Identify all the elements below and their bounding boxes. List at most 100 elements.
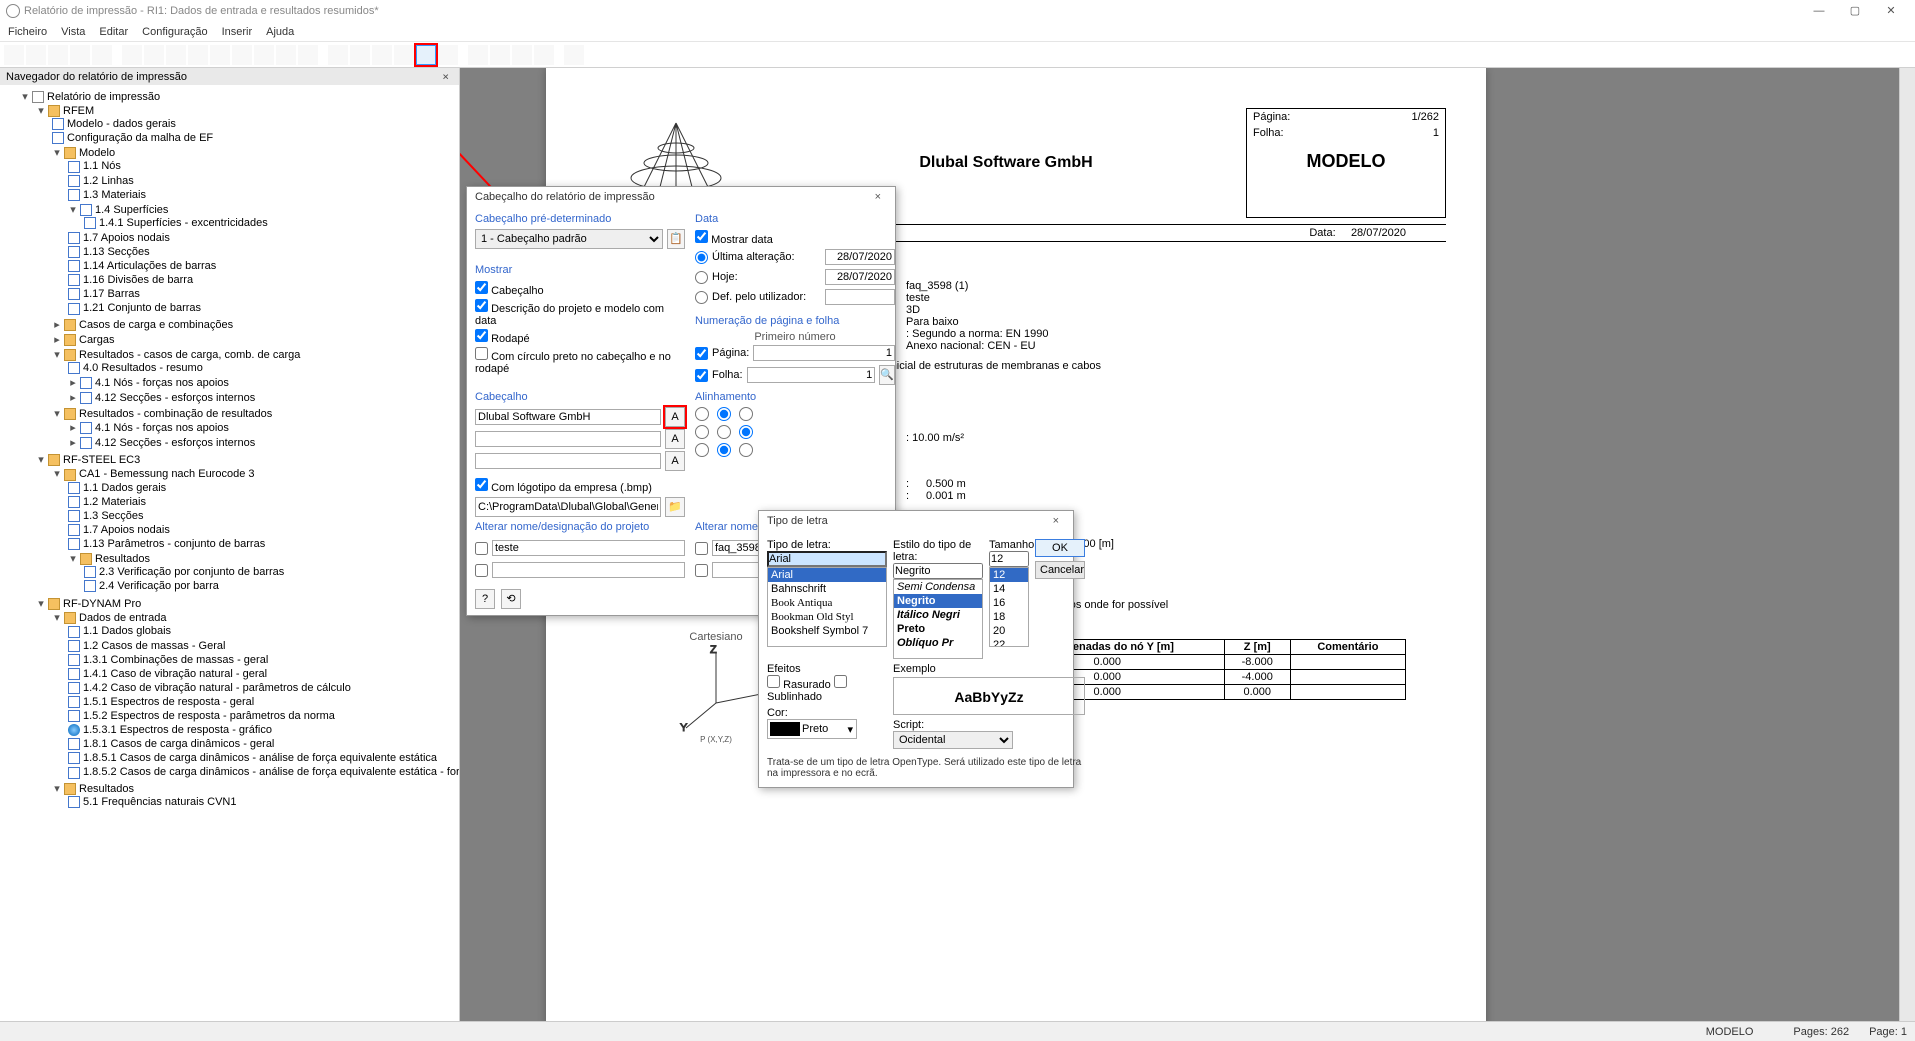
tree-item[interactable]: 1.5.2 Espectros de resposta - parâmetros… [83, 710, 335, 722]
date-lastmod-input[interactable] [825, 249, 895, 265]
date-today-input[interactable] [825, 269, 895, 285]
tree-expander[interactable]: ▾ [36, 453, 46, 466]
tb-open-icon[interactable] [26, 45, 46, 65]
tree-item[interactable]: Dados de entrada [79, 612, 166, 624]
default-button[interactable]: ⟲ [501, 589, 521, 609]
tree-item[interactable]: Modelo - dados gerais [67, 118, 176, 130]
font-dialog-close-icon[interactable]: × [1047, 515, 1065, 527]
underline-checkbox[interactable] [834, 675, 847, 688]
size-listbox[interactable]: 12 14 16 18 20 22 24 [989, 567, 1029, 647]
font-option[interactable]: Arial [768, 568, 886, 582]
tree-item[interactable]: 1.4.1 Superfícies - excentricidades [99, 217, 268, 229]
tree-item[interactable]: 1.17 Barras [83, 288, 140, 300]
menu-editar[interactable]: Editar [99, 26, 128, 38]
tree-item[interactable]: CA1 - Bemessung nach Eurocode 3 [79, 468, 255, 480]
tree-expander[interactable]: ▾ [20, 90, 30, 103]
tree-item[interactable]: 4.1 Nós - forças nos apoios [95, 422, 229, 434]
tb-text-icon[interactable] [534, 45, 554, 65]
tree-item[interactable]: 1.2 Materiais [83, 496, 146, 508]
menu-vista[interactable]: Vista [61, 26, 85, 38]
preset-select[interactable]: 1 - Cabeçalho padrão [475, 229, 663, 249]
align-radio[interactable] [739, 425, 753, 439]
tree-item[interactable]: Cargas [79, 334, 114, 346]
tree-item[interactable]: 1.8.1 Casos de carga dinâmicos - geral [83, 738, 274, 750]
menu-ajuda[interactable]: Ajuda [266, 26, 294, 38]
tb-last-icon[interactable] [232, 45, 252, 65]
tree-item[interactable]: 1.8.5.1 Casos de carga dinâmicos - análi… [83, 752, 437, 764]
font-option[interactable]: Bahnschrift [768, 582, 886, 596]
radio-today[interactable] [695, 271, 708, 284]
menu-configuracao[interactable]: Configuração [142, 26, 207, 38]
tb-cover-icon[interactable] [350, 45, 370, 65]
align-radio[interactable] [695, 443, 709, 457]
tb-help-icon[interactable] [564, 45, 584, 65]
help-button[interactable]: ? [475, 589, 495, 609]
tree-item[interactable]: 1.13 Parâmetros - conjunto de barras [83, 538, 265, 550]
tree-expander[interactable]: ▾ [68, 203, 78, 216]
script-select[interactable]: Ocidental [893, 731, 1013, 749]
minimize-button[interactable]: — [1801, 1, 1837, 21]
font-input[interactable] [767, 551, 887, 567]
tree-expander[interactable]: ▾ [52, 407, 62, 420]
tree-item[interactable]: 1.21 Conjunto de barras [83, 302, 201, 314]
tree-item[interactable]: Configuração da malha de EF [67, 132, 213, 144]
page-checkbox[interactable] [695, 347, 708, 360]
tree-root[interactable]: Relatório de impressão [47, 91, 160, 103]
font-option[interactable]: Bookshelf Symbol 7 [768, 624, 886, 638]
logo-path-input[interactable] [475, 497, 661, 517]
alt-proj2-checkbox[interactable] [475, 564, 488, 577]
tree-item[interactable]: 1.2 Linhas [83, 175, 134, 187]
font-button-2[interactable]: A [665, 429, 685, 449]
radio-last-mod[interactable] [695, 251, 708, 264]
maximize-button[interactable]: ▢ [1837, 1, 1873, 21]
style-option[interactable]: Semi Condensa [894, 580, 982, 594]
tb-prev-icon[interactable] [188, 45, 208, 65]
tb-select-icon[interactable] [328, 45, 348, 65]
tree-item[interactable]: 4.12 Secções - esforços internos [95, 437, 255, 449]
font-option[interactable]: Bookman Old Styl [768, 610, 886, 624]
align-radio[interactable] [717, 407, 731, 421]
alt-proj2-input[interactable] [492, 562, 685, 578]
size-option[interactable]: 12 [990, 568, 1028, 582]
tree-expander[interactable]: ▾ [36, 597, 46, 610]
tree-rfem[interactable]: RFEM [63, 105, 94, 117]
font-button-3[interactable]: A [665, 451, 685, 471]
scrollbar-vertical[interactable] [1899, 68, 1915, 1028]
style-listbox[interactable]: Semi Condensa Negrito Itálico Negri Pret… [893, 579, 983, 659]
style-option[interactable]: Negrito [894, 594, 982, 608]
alt-proj-checkbox[interactable] [475, 542, 488, 555]
tree-rfsteel[interactable]: RF-STEEL EC3 [63, 454, 140, 466]
header-line3-input[interactable] [475, 453, 661, 469]
tb-save-icon[interactable] [48, 45, 68, 65]
tree-expander[interactable]: ▸ [52, 333, 62, 346]
style-option[interactable]: Itálico Negri [894, 608, 982, 622]
tree-modelo[interactable]: Modelo [79, 147, 115, 159]
tb-add-icon[interactable] [254, 45, 274, 65]
style-option[interactable]: Preto [894, 622, 982, 636]
tree-expander[interactable]: ▸ [52, 318, 62, 331]
tree-item[interactable]: 1.7 Apoios nodais [83, 524, 170, 536]
tree-item[interactable]: 1.8.5.2 Casos de carga dinâmicos - análi… [83, 766, 459, 778]
tree-expander[interactable]: ▾ [52, 146, 62, 159]
tree-item[interactable]: 1.7 Apoios nodais [83, 232, 170, 244]
browse-button[interactable]: 📁 [665, 497, 685, 517]
font-listbox[interactable]: Arial Bahnschrift Book Antiqua Bookman O… [767, 567, 887, 647]
tb-settings-icon[interactable] [298, 45, 318, 65]
font-button-1[interactable]: A [665, 407, 685, 427]
tree-item[interactable]: 4.12 Secções - esforços internos [95, 392, 255, 404]
show-desc-checkbox[interactable] [475, 299, 488, 312]
tree-item[interactable]: 1.4 Superfícies [95, 204, 168, 216]
align-radio[interactable] [695, 425, 709, 439]
tb-page-icon[interactable] [394, 45, 414, 65]
tb-remove-icon[interactable] [276, 45, 296, 65]
tree-item[interactable]: Resultados [79, 783, 134, 795]
tree-item[interactable]: 5.1 Frequências naturais CVN1 [83, 796, 236, 808]
tree-item[interactable]: 1.2 Casos de massas - Geral [83, 640, 225, 652]
tree-item[interactable]: 1.3 Materiais [83, 189, 146, 201]
style-option[interactable]: Oblíquo Pr [894, 636, 982, 650]
tb-next-icon[interactable] [210, 45, 230, 65]
tree-item[interactable]: 1.5.1 Espectros de resposta - geral [83, 696, 254, 708]
search-button[interactable]: 🔍 [879, 365, 895, 385]
tree-expander[interactable]: ▾ [52, 348, 62, 361]
size-option[interactable]: 22 [990, 638, 1028, 647]
